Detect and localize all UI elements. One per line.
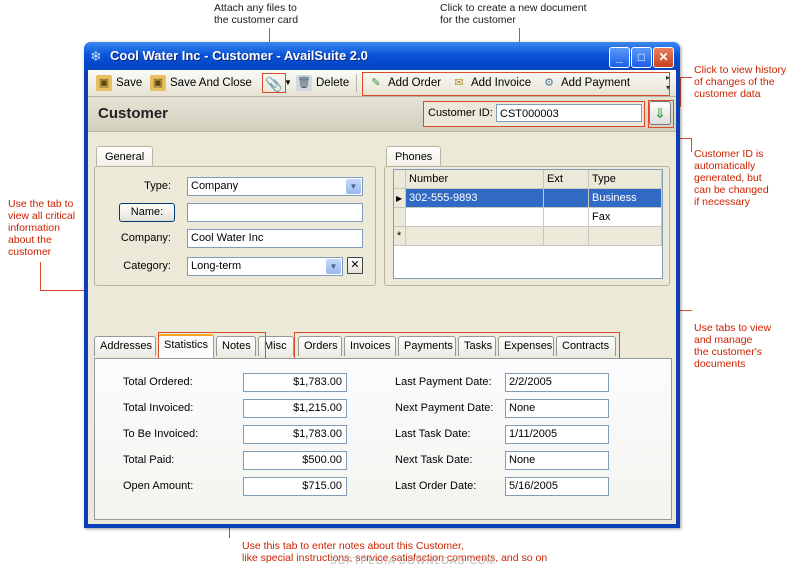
close-icon: ✕: [350, 259, 360, 271]
customer-id-label: Customer ID:: [428, 107, 493, 119]
to-be-invoiced-field[interactable]: $1,783.00: [243, 425, 347, 444]
stat-label: Next Task Date:: [395, 454, 473, 466]
pencil-icon: ✎: [371, 76, 381, 89]
annotation-document-tabs: Use tabs to view and manage the customer…: [694, 322, 772, 370]
chevron-down-icon[interactable]: ▼: [346, 179, 361, 194]
category-select[interactable]: Long-term ▼: [187, 257, 343, 276]
company-label: Company:: [120, 232, 171, 244]
stat-label: Total Ordered:: [123, 376, 193, 388]
last-task-date-field[interactable]: 1/11/2005: [505, 425, 609, 444]
next-payment-date-field[interactable]: None: [505, 399, 609, 418]
stat-label: To Be Invoiced:: [123, 428, 199, 440]
table-row[interactable]: Fax: [394, 208, 662, 227]
toolbar-overflow-button[interactable]: ▸ ▾: [666, 73, 670, 93]
trash-icon: 🗑: [296, 74, 312, 91]
window-client: ▣ Save ▣ Save And Close 📎 ▼ 🗑 Delete ✎ Add O…: [88, 70, 676, 524]
payment-icon: ⚙: [544, 76, 554, 89]
stat-label: Last Payment Date:: [395, 376, 492, 388]
add-payment-button[interactable]: ⚙ Add Payment: [541, 73, 630, 93]
column-header-type[interactable]: Type: [589, 170, 662, 189]
company-field[interactable]: Cool Water Inc: [187, 229, 363, 248]
row-pointer-icon: ▶: [394, 189, 406, 208]
name-field[interactable]: [187, 203, 363, 222]
invoice-icon: ✉: [454, 76, 464, 89]
phones-group: Number Ext Type ▶ 302-555-9893 Business …: [384, 166, 670, 286]
annotation-history: Click to view history of changes of the …: [694, 64, 787, 100]
page-title: Customer: [98, 105, 169, 122]
minimize-button[interactable]: _: [609, 47, 630, 68]
watermark: SOFTPEDIA DOWNLOAD.COM: [330, 556, 496, 567]
annotation-statistics-tab: Use the tab to view all critical informa…: [8, 198, 76, 258]
table-row[interactable]: ▶ 302-555-9893 Business: [394, 189, 662, 208]
stat-label: Next Payment Date:: [395, 402, 494, 414]
add-invoice-button[interactable]: ✉ Add Invoice: [451, 73, 531, 93]
type-select[interactable]: Company ▼: [187, 177, 363, 196]
annotation-customer-id: Customer ID is automatically generated, …: [694, 148, 769, 208]
tab-phones[interactable]: Phones: [386, 146, 442, 167]
column-header-number[interactable]: Number: [406, 170, 544, 189]
stat-label: Last Task Date:: [395, 428, 471, 440]
tab-general[interactable]: General: [96, 146, 154, 167]
new-row-marker: *: [394, 227, 406, 246]
stat-label: Total Paid:: [123, 454, 175, 466]
phones-grid: Number Ext Type ▶ 302-555-9893 Business …: [393, 169, 663, 279]
add-order-button[interactable]: ✎ Add Order: [368, 73, 441, 93]
attach-dropdown[interactable]: ▼: [284, 73, 292, 93]
customer-id-field[interactable]: CST000003: [496, 104, 642, 122]
total-ordered-field[interactable]: $1,783.00: [243, 373, 347, 392]
customer-id-group: Customer ID: CST000003: [423, 101, 645, 127]
next-task-date-field[interactable]: None: [505, 451, 609, 470]
new-row[interactable]: *: [394, 227, 662, 246]
paperclip-icon: 📎: [265, 75, 283, 92]
toolbar: ▣ Save ▣ Save And Close 📎 ▼ 🗑 Delete ✎ Add O…: [88, 70, 676, 97]
maximize-button[interactable]: □: [631, 47, 652, 68]
floppy-icon: ▣: [96, 74, 112, 91]
customer-window: ❄ Cool Water Inc - Customer - AvailSuite…: [84, 42, 680, 528]
attach-button[interactable]: 📎: [262, 73, 286, 93]
last-payment-date-field[interactable]: 2/2/2005: [505, 373, 609, 392]
open-amount-field[interactable]: $715.00: [243, 477, 347, 496]
customer-header: Customer Customer ID: CST000003 ⇓: [88, 97, 676, 132]
phones-header-row: Number Ext Type: [394, 170, 662, 189]
category-label: Category:: [123, 260, 171, 272]
name-button[interactable]: Name:: [119, 203, 175, 222]
statistics-panel: Total Ordered: $1,783.00 Total Invoiced:…: [94, 358, 672, 520]
save-button[interactable]: ▣ Save: [96, 73, 142, 93]
general-group: Type: Company ▼ Name: Company: Cool Wate…: [94, 166, 376, 286]
type-label: Type:: [144, 180, 171, 192]
window-title: Cool Water Inc - Customer - AvailSuite 2…: [110, 48, 368, 63]
stat-label: Open Amount:: [123, 480, 194, 492]
total-invoiced-field[interactable]: $1,215.00: [243, 399, 347, 418]
title-bar[interactable]: ❄ Cool Water Inc - Customer - AvailSuite…: [84, 42, 680, 70]
app-icon: ❄: [90, 48, 102, 64]
annotation-attach: Attach any files to the customer card: [214, 2, 299, 26]
tab-addresses[interactable]: Addresses: [94, 336, 156, 356]
delete-button[interactable]: 🗑 Delete: [296, 73, 349, 93]
stat-label: Total Invoiced:: [123, 402, 194, 414]
last-order-date-field[interactable]: 5/16/2005: [505, 477, 609, 496]
clear-category-button[interactable]: ✕: [347, 257, 363, 274]
chevron-down-icon[interactable]: ▼: [326, 259, 341, 274]
column-header-ext[interactable]: Ext: [544, 170, 589, 189]
floppy-icon: ▣: [150, 74, 166, 91]
save-and-close-button[interactable]: ▣ Save And Close: [150, 73, 252, 93]
stat-label: Last Order Date:: [395, 480, 477, 492]
annotation-create-document: Click to create a new document for the c…: [440, 2, 587, 26]
total-paid-field[interactable]: $500.00: [243, 451, 347, 470]
close-button[interactable]: ✕: [653, 47, 674, 68]
